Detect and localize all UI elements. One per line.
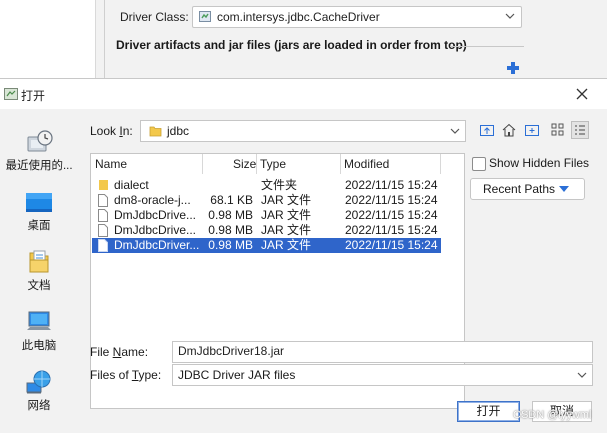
file-icon bbox=[98, 209, 108, 222]
file-name: DmJdbcDriver... bbox=[114, 238, 200, 252]
documents-icon bbox=[29, 250, 49, 273]
recent-paths-button[interactable]: Recent Paths bbox=[470, 178, 585, 200]
open-file-dialog: 打开 最近使用的... 桌面 文档 此电脑 网络 Look In: jdbc N… bbox=[0, 78, 607, 433]
place-recent[interactable]: 最近使用的... bbox=[0, 129, 78, 173]
file-size: 68.1 KB bbox=[210, 193, 253, 207]
file-modified: 2022/11/15 15:24 bbox=[345, 193, 438, 207]
place-label: 此电脑 bbox=[21, 340, 57, 352]
list-view-icon[interactable] bbox=[549, 121, 567, 139]
file-icon bbox=[98, 239, 108, 252]
file-name: dialect bbox=[114, 178, 149, 192]
column-header-modified[interactable]: Modified bbox=[344, 154, 389, 174]
class-icon bbox=[199, 11, 211, 22]
driver-class-value: com.intersys.jdbc.CacheDriver bbox=[217, 10, 380, 24]
look-in-label: Look In: bbox=[90, 124, 133, 138]
place-label: 桌面 bbox=[27, 220, 51, 232]
add-artifact-icon[interactable] bbox=[505, 60, 521, 76]
show-hidden-label: Show Hidden Files bbox=[489, 156, 590, 170]
recent-paths-label: Recent Paths bbox=[483, 182, 556, 196]
driver-class-label: Driver Class: bbox=[120, 10, 189, 24]
network-icon bbox=[26, 370, 51, 394]
folder-icon bbox=[99, 180, 108, 190]
chevron-down-icon bbox=[505, 13, 515, 19]
file-modified: 2022/11/15 15:24 bbox=[345, 178, 438, 192]
dropdown-arrow-icon bbox=[559, 186, 569, 192]
file-type-combo[interactable]: JDBC Driver JAR files bbox=[172, 364, 593, 386]
file-type-value: JDBC Driver JAR files bbox=[178, 368, 296, 382]
file-type: JAR 文件 bbox=[261, 193, 312, 207]
column-header-name[interactable]: Name bbox=[95, 154, 127, 174]
chevron-down-icon bbox=[450, 128, 460, 134]
title-bar: 打开 bbox=[0, 79, 607, 109]
column-header-type[interactable]: Type bbox=[260, 154, 286, 174]
look-in-value: jdbc bbox=[167, 124, 190, 138]
up-folder-icon[interactable] bbox=[478, 121, 496, 139]
details-view-icon[interactable] bbox=[571, 121, 589, 139]
place-documents[interactable]: 文档 bbox=[0, 249, 78, 293]
file-name: dm8-oracle-j... bbox=[114, 193, 191, 207]
file-type: JAR 文件 bbox=[261, 208, 312, 222]
file-modified: 2022/11/15 15:24 bbox=[345, 223, 438, 237]
file-type: 文件夹 bbox=[261, 178, 298, 192]
file-modified: 2022/11/15 15:24 bbox=[345, 238, 438, 252]
dialog-title: 打开 bbox=[21, 89, 46, 103]
file-row[interactable]: DmJdbcDrive... 0.98 MB JAR 文件 2022/11/15… bbox=[92, 208, 441, 223]
desktop-icon bbox=[26, 193, 52, 212]
place-label: 最近使用的... bbox=[5, 160, 73, 172]
column-header-size[interactable]: Size bbox=[233, 154, 256, 174]
close-icon[interactable] bbox=[574, 86, 590, 102]
file-name-input[interactable] bbox=[178, 344, 578, 358]
watermark: CSDN @lyywml bbox=[513, 409, 592, 421]
file-row-selected[interactable]: DmJdbcDriver... 0.98 MB JAR 文件 2022/11/1… bbox=[92, 238, 441, 253]
chevron-down-icon bbox=[577, 372, 587, 378]
file-size: 0.98 MB bbox=[208, 238, 253, 252]
file-row[interactable]: dialect 文件夹 2022/11/15 15:24 bbox=[92, 178, 441, 193]
file-type: JAR 文件 bbox=[261, 238, 312, 252]
file-type: JAR 文件 bbox=[261, 223, 312, 237]
file-size: 0.98 MB bbox=[208, 223, 253, 237]
file-size: 0.98 MB bbox=[208, 208, 253, 222]
file-icon bbox=[98, 224, 108, 237]
checkbox-box[interactable] bbox=[472, 157, 486, 171]
recent-icon bbox=[27, 130, 53, 152]
file-name-field[interactable] bbox=[172, 341, 593, 363]
file-icon bbox=[98, 194, 108, 207]
place-label: 网络 bbox=[27, 400, 51, 412]
file-row[interactable]: DmJdbcDrive... 0.98 MB JAR 文件 2022/11/15… bbox=[92, 223, 441, 238]
artifacts-section-title: Driver artifacts and jar files (jars are… bbox=[116, 38, 467, 52]
file-name: DmJdbcDrive... bbox=[114, 208, 197, 222]
app-icon bbox=[4, 88, 18, 100]
place-computer[interactable]: 此电脑 bbox=[0, 309, 78, 353]
driver-class-combo[interactable]: com.intersys.jdbc.CacheDriver bbox=[192, 6, 522, 28]
new-folder-icon[interactable] bbox=[523, 121, 541, 139]
look-in-combo[interactable]: jdbc bbox=[140, 120, 466, 142]
file-type-label: Files of Type: bbox=[90, 368, 162, 382]
file-row[interactable]: dm8-oracle-j... 68.1 KB JAR 文件 2022/11/1… bbox=[92, 193, 441, 208]
open-button[interactable]: 打开 bbox=[457, 401, 520, 422]
file-name-label: File Name: bbox=[90, 345, 149, 359]
place-network[interactable]: 网络 bbox=[0, 369, 78, 413]
section-divider bbox=[450, 46, 524, 47]
computer-icon bbox=[27, 311, 51, 330]
place-label: 文档 bbox=[27, 280, 51, 292]
file-name: DmJdbcDrive... bbox=[114, 223, 197, 237]
file-modified: 2022/11/15 15:24 bbox=[345, 208, 438, 222]
place-desktop[interactable]: 桌面 bbox=[0, 191, 78, 233]
home-icon[interactable] bbox=[500, 121, 518, 139]
folder-icon bbox=[149, 126, 162, 137]
